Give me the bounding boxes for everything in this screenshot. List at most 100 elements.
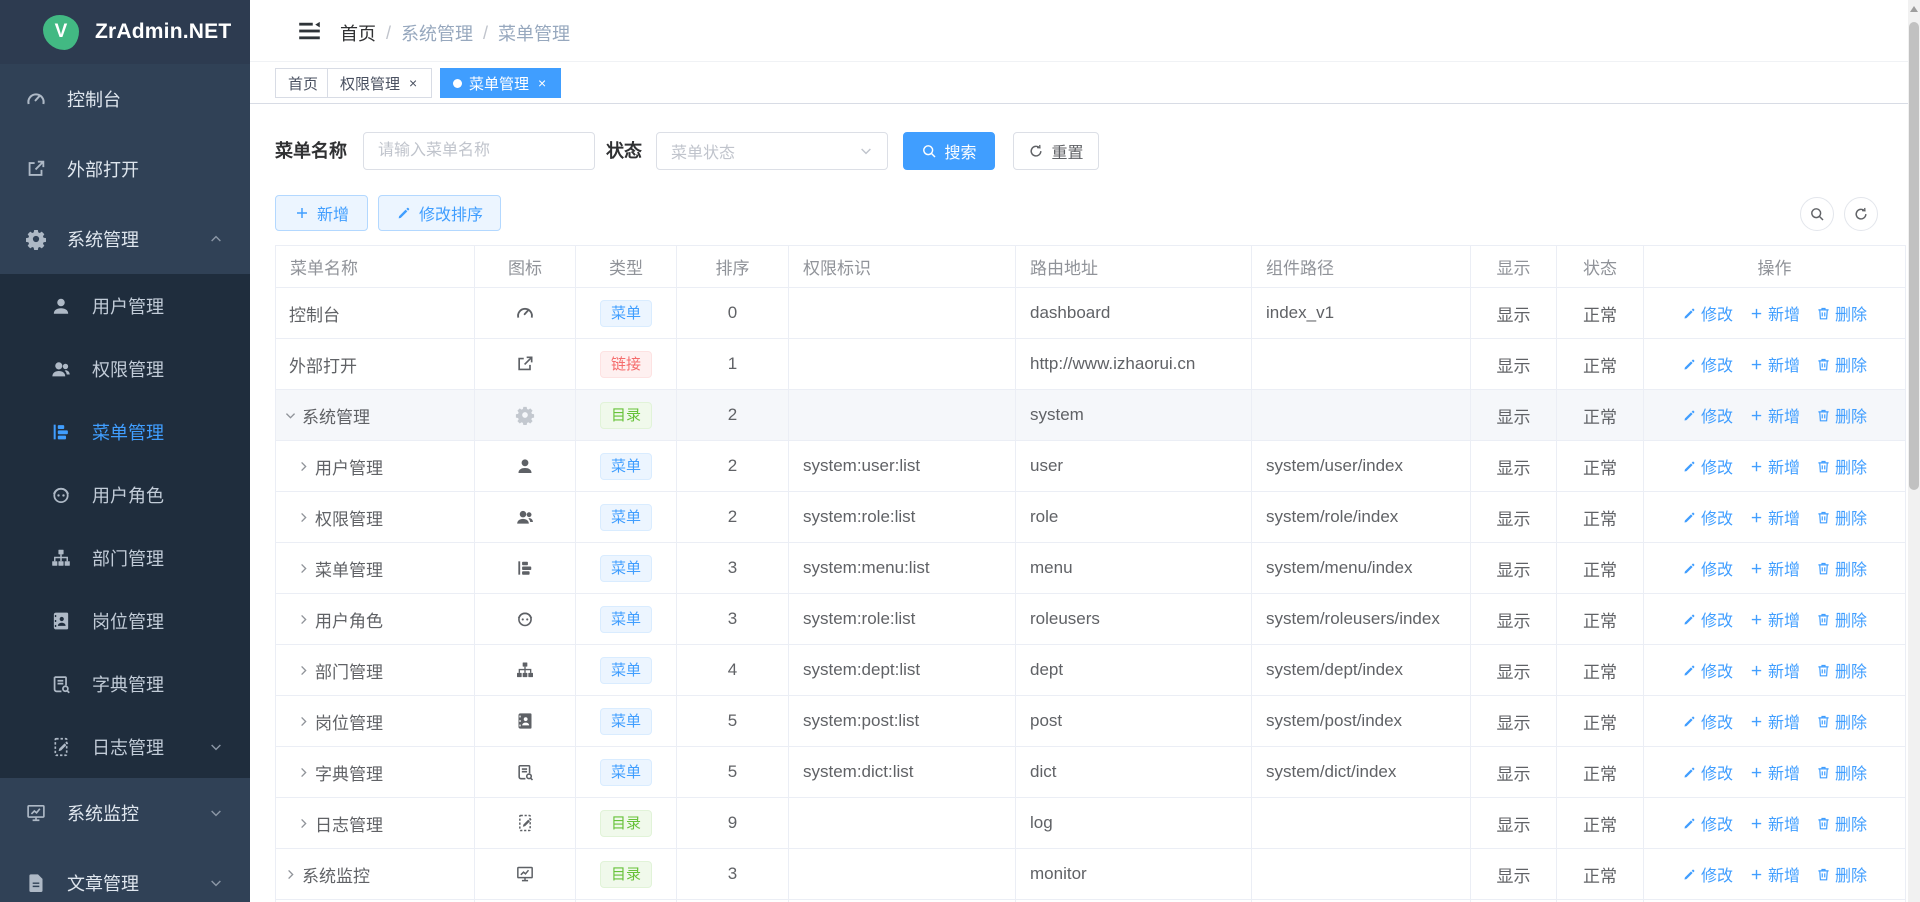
tab-home[interactable]: 首页 [275, 68, 331, 98]
sidebar-item-system[interactable]: 系统管理 [0, 204, 250, 274]
perm-cell: system:dict:list [789, 747, 1016, 798]
expand-closed-icon[interactable] [297, 664, 310, 677]
menu-name-input[interactable] [363, 132, 595, 170]
sidebar-item-log[interactable]: 日志管理 [0, 715, 250, 778]
edit-link[interactable]: 修改 [1682, 301, 1733, 325]
edit-link[interactable]: 修改 [1682, 811, 1733, 835]
edit-link[interactable]: 修改 [1682, 556, 1733, 580]
add-link[interactable]: 新增 [1749, 505, 1800, 529]
perm-cell [789, 288, 1016, 339]
plus-icon [1749, 663, 1764, 678]
sort-edit-button[interactable]: 修改排序 [378, 195, 501, 231]
expand-closed-icon[interactable] [297, 817, 310, 830]
sidebar-item-post[interactable]: 岗位管理 [0, 589, 250, 652]
scrollbar-thumb[interactable] [1909, 22, 1919, 490]
add-link[interactable]: 新增 [1749, 709, 1800, 733]
trash-icon [1816, 867, 1831, 882]
delete-link[interactable]: 删除 [1816, 709, 1867, 733]
log-icon [50, 736, 72, 758]
sidebar-item-role[interactable]: 权限管理 [0, 337, 250, 400]
delete-link[interactable]: 删除 [1816, 403, 1867, 427]
delete-link[interactable]: 删除 [1816, 454, 1867, 478]
type-tag: 目录 [600, 810, 652, 837]
edit-link[interactable]: 修改 [1682, 403, 1733, 427]
table-row-menu: 菜单管理菜单3system:menu:listmenusystem/menu/i… [276, 543, 1906, 594]
expand-closed-icon[interactable] [284, 868, 297, 881]
delete-link[interactable]: 删除 [1816, 862, 1867, 886]
edit-link[interactable]: 修改 [1682, 862, 1733, 886]
delete-link[interactable]: 删除 [1816, 556, 1867, 580]
app-logo[interactable]: V ZrAdmin.NET [0, 0, 250, 64]
close-icon[interactable]: × [536, 75, 548, 91]
expand-open-icon[interactable] [284, 409, 297, 422]
column-header: 路由地址 [1016, 246, 1252, 288]
edit-link[interactable]: 修改 [1682, 352, 1733, 376]
expand-closed-icon[interactable] [297, 715, 310, 728]
add-link[interactable]: 新增 [1749, 301, 1800, 325]
delete-link[interactable]: 删除 [1816, 505, 1867, 529]
sidebar-fold-icon[interactable] [296, 18, 323, 44]
reset-button[interactable]: 重置 [1013, 132, 1099, 170]
tab-role[interactable]: 权限管理× [327, 68, 432, 98]
sidebar-item-roleusers[interactable]: 用户角色 [0, 463, 250, 526]
add-link[interactable]: 新增 [1749, 352, 1800, 376]
route-cell: monitor [1016, 849, 1252, 900]
refresh-table-button[interactable] [1844, 197, 1878, 231]
edit-link[interactable]: 修改 [1682, 505, 1733, 529]
toggle-search-button[interactable] [1800, 197, 1834, 231]
expand-closed-icon[interactable] [297, 766, 310, 779]
delete-link[interactable]: 删除 [1816, 658, 1867, 682]
plus-icon [1749, 357, 1764, 372]
expand-closed-icon[interactable] [297, 511, 310, 524]
page-scrollbar[interactable] [1908, 0, 1920, 902]
menu-status-select[interactable]: 菜单状态 [656, 132, 888, 170]
route-cell: role [1016, 492, 1252, 543]
expand-closed-icon[interactable] [297, 613, 310, 626]
edit-link[interactable]: 修改 [1682, 658, 1733, 682]
plus-icon [1749, 510, 1764, 525]
add-link[interactable]: 新增 [1749, 760, 1800, 784]
add-link[interactable]: 新增 [1749, 607, 1800, 631]
edit-link[interactable]: 修改 [1682, 709, 1733, 733]
tab-label: 菜单管理 [469, 73, 529, 94]
sidebar-item-dashboard[interactable]: 控制台 [0, 64, 250, 134]
menu-tree-icon [475, 558, 575, 578]
scrollbar-up-arrow[interactable] [1909, 3, 1919, 15]
delete-link[interactable]: 删除 [1816, 301, 1867, 325]
delete-link[interactable]: 删除 [1816, 811, 1867, 835]
sidebar-item-user[interactable]: 用户管理 [0, 274, 250, 337]
breadcrumb-home[interactable]: 首页 [340, 20, 376, 46]
add-link[interactable]: 新增 [1749, 403, 1800, 427]
pencil-icon [1682, 357, 1697, 372]
edit-link[interactable]: 修改 [1682, 760, 1733, 784]
tab-menu[interactable]: 菜单管理 × [440, 68, 561, 98]
add-button[interactable]: 新增 [275, 195, 368, 231]
sidebar-item-dept[interactable]: 部门管理 [0, 526, 250, 589]
delete-link[interactable]: 删除 [1816, 607, 1867, 631]
sidebar-item-article[interactable]: 文章管理 [0, 848, 250, 902]
add-link[interactable]: 新增 [1749, 454, 1800, 478]
edit-link[interactable]: 修改 [1682, 454, 1733, 478]
delete-link[interactable]: 删除 [1816, 352, 1867, 376]
visible-cell: 显示 [1471, 798, 1557, 849]
sidebar-item-monitor[interactable]: 系统监控 [0, 778, 250, 848]
edit-link[interactable]: 修改 [1682, 607, 1733, 631]
expand-closed-icon[interactable] [297, 562, 310, 575]
sidebar-item-external[interactable]: 外部打开 [0, 134, 250, 204]
close-icon[interactable]: × [407, 75, 419, 91]
chevron-down-icon [209, 806, 223, 820]
search-button[interactable]: 搜索 [903, 132, 995, 170]
expand-closed-icon[interactable] [297, 460, 310, 473]
add-link[interactable]: 新增 [1749, 556, 1800, 580]
sidebar-item-dict[interactable]: 字典管理 [0, 652, 250, 715]
add-link[interactable]: 新增 [1749, 658, 1800, 682]
action-label: 删除 [1835, 505, 1867, 529]
dashboard-icon [25, 88, 47, 110]
route-cell: log [1016, 798, 1252, 849]
add-link[interactable]: 新增 [1749, 862, 1800, 886]
add-link[interactable]: 新增 [1749, 811, 1800, 835]
route-cell: user [1016, 441, 1252, 492]
delete-link[interactable]: 删除 [1816, 760, 1867, 784]
sidebar-item-menu[interactable]: 菜单管理 [0, 400, 250, 463]
breadcrumb: 首页 / 系统管理 / 菜单管理 [340, 20, 570, 46]
